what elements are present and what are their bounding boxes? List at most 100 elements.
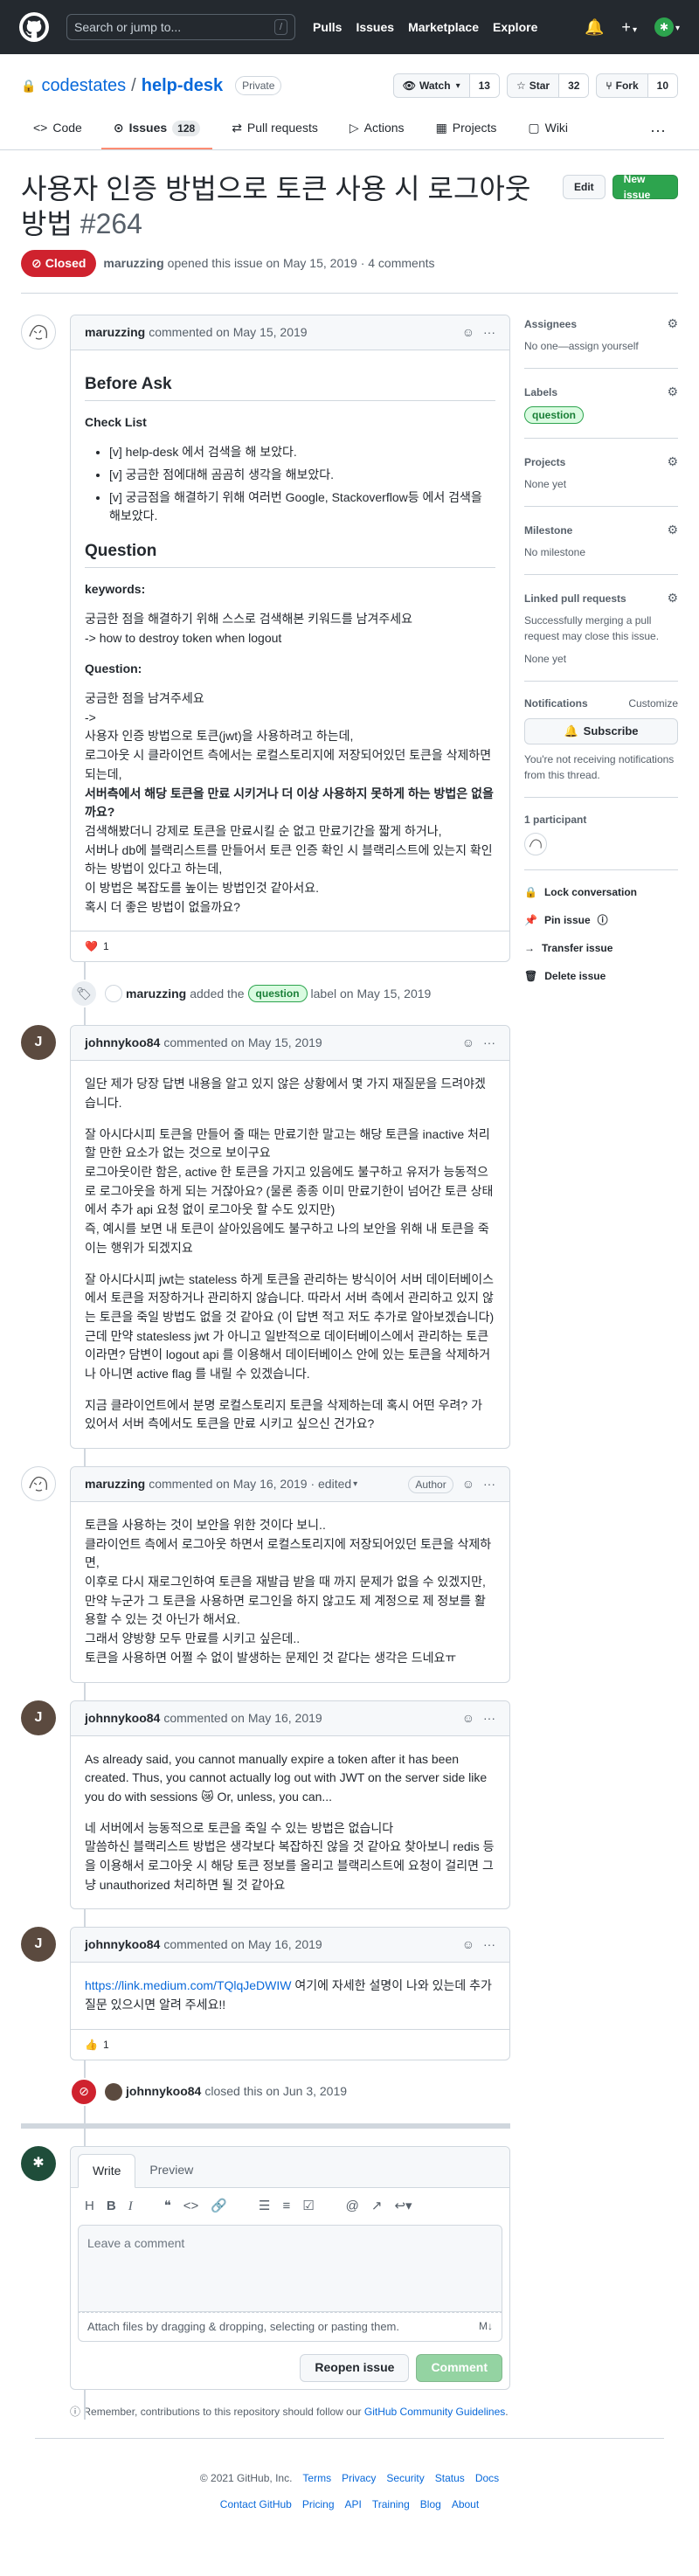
transfer-issue-link[interactable]: → Transfer issue	[524, 940, 678, 956]
mention-icon[interactable]: @	[346, 2197, 359, 2217]
comment-author-link[interactable]: johnnykoo84	[85, 1034, 160, 1052]
gear-icon[interactable]: ⚙	[667, 521, 678, 539]
kebab-horizontal-icon[interactable]: ···	[483, 1709, 495, 1728]
footer-link-privacy[interactable]: Privacy	[342, 2470, 376, 2486]
avatar[interactable]	[21, 315, 56, 350]
gear-icon[interactable]: ⚙	[667, 315, 678, 333]
smiley-icon[interactable]: ☺	[462, 1709, 474, 1728]
italic-icon[interactable]: I	[128, 2197, 133, 2217]
kebab-horizontal-icon[interactable]: ···	[638, 112, 678, 149]
medium-link[interactable]: https://link.medium.com/TQlqJeDWIW	[85, 1978, 292, 1992]
comment-meta[interactable]: commented on May 16, 2019 · edited	[149, 1475, 351, 1493]
assign-yourself-link[interactable]: No one—assign yourself	[524, 338, 678, 354]
footer-link-blog[interactable]: Blog	[420, 2496, 441, 2512]
kebab-horizontal-icon[interactable]: ···	[483, 323, 495, 342]
smiley-icon[interactable]: ☺	[462, 1034, 474, 1052]
tab-actions[interactable]: ▷ Actions	[337, 112, 417, 149]
watch-count[interactable]: 13	[469, 74, 499, 97]
tab-projects[interactable]: ▦ Projects	[424, 112, 509, 149]
repo-owner-link[interactable]: codestates	[41, 73, 126, 99]
tasklist-icon[interactable]: ☑	[302, 2197, 314, 2217]
nav-issues[interactable]: Issues	[356, 18, 394, 37]
unordered-list-icon[interactable]: ☰	[259, 2197, 270, 2217]
heading-icon[interactable]: H	[85, 2197, 94, 2217]
new-issue-button[interactable]: New issue	[612, 173, 678, 201]
subscribe-button[interactable]: 🔔 Subscribe	[524, 718, 678, 744]
smiley-icon[interactable]: ☺	[462, 1475, 474, 1493]
tab-code[interactable]: <> Code	[21, 112, 94, 149]
nav-marketplace[interactable]: Marketplace	[408, 18, 479, 37]
attach-files-area[interactable]: Attach files by dragging & dropping, sel…	[78, 2312, 502, 2342]
repo-name-link[interactable]: help-desk	[142, 73, 223, 99]
footer-link-terms[interactable]: Terms	[302, 2470, 331, 2486]
footer-link-contact[interactable]: Contact GitHub	[220, 2496, 292, 2512]
community-guidelines-link[interactable]: GitHub Community Guidelines	[364, 2406, 505, 2418]
cross-reference-icon[interactable]: ↗	[371, 2197, 383, 2217]
quote-icon[interactable]: ❝	[164, 2197, 171, 2217]
fork-count[interactable]: 10	[647, 74, 677, 97]
footer-link-status[interactable]: Status	[435, 2470, 465, 2486]
event-actor-link[interactable]: maruzzing	[126, 985, 186, 1003]
tab-wiki[interactable]: ▢ Wiki	[516, 112, 580, 149]
tab-preview[interactable]: Preview	[135, 2154, 207, 2187]
fork-button[interactable]: ⑂ Fork 10	[596, 73, 678, 98]
tab-issues[interactable]: ⊙ Issues 128	[100, 112, 213, 149]
tab-pull-requests[interactable]: ⇄ Pull requests	[219, 112, 330, 149]
kebab-horizontal-icon[interactable]: ···	[483, 1935, 495, 1954]
avatar[interactable]	[21, 1466, 56, 1501]
star-button[interactable]: ☆ Star 32	[506, 73, 590, 98]
avatar[interactable]	[524, 833, 547, 855]
avatar[interactable]: ✱	[21, 2145, 56, 2181]
star-count[interactable]: 32	[559, 74, 589, 97]
plus-icon[interactable]: + ▾	[621, 16, 637, 39]
nav-pulls[interactable]: Pulls	[313, 18, 342, 37]
nav-explore[interactable]: Explore	[493, 18, 537, 37]
user-menu[interactable]: ✱ ▾	[654, 17, 680, 37]
github-logo-icon[interactable]	[19, 12, 49, 42]
chevron-down-icon[interactable]: ▾	[353, 1478, 357, 1491]
link-icon[interactable]: 🔗	[211, 2197, 227, 2217]
footer-link-about[interactable]: About	[452, 2496, 479, 2512]
label-question[interactable]: question	[524, 406, 584, 424]
comment-button[interactable]: Comment	[416, 2353, 502, 2382]
tab-write[interactable]: Write	[78, 2153, 136, 2188]
avatar[interactable]	[105, 985, 122, 1003]
code-icon[interactable]: <>	[183, 2197, 199, 2217]
footer-link-training[interactable]: Training	[372, 2496, 410, 2512]
comment-author-link[interactable]: maruzzing	[85, 323, 145, 342]
reply-icon[interactable]: ↩▾	[394, 2197, 412, 2217]
footer-link-security[interactable]: Security	[386, 2470, 424, 2486]
reaction-heart-button[interactable]: ❤️ 1	[85, 938, 109, 954]
footer-link-docs[interactable]: Docs	[475, 2470, 499, 2486]
avatar[interactable]: J	[21, 1025, 56, 1061]
avatar[interactable]: J	[21, 1700, 56, 1735]
delete-issue-link[interactable]: 🗑 Delete issue	[524, 968, 678, 984]
markdown-icon[interactable]: M↓	[479, 2318, 493, 2336]
kebab-horizontal-icon[interactable]: ···	[483, 1475, 495, 1493]
bell-icon[interactable]: 🔔	[585, 16, 604, 39]
reaction-thumbsup-button[interactable]: 👍 1	[85, 2037, 109, 2053]
pin-issue-link[interactable]: 📌 Pin issue ⓘ	[524, 912, 678, 928]
gear-icon[interactable]: ⚙	[667, 589, 678, 607]
customize-link[interactable]: Customize	[628, 696, 678, 711]
search-input[interactable]: Search or jump to... /	[66, 14, 295, 40]
kebab-horizontal-icon[interactable]: ···	[483, 1034, 495, 1052]
footer-link-api[interactable]: API	[345, 2496, 362, 2512]
comment-author-link[interactable]: maruzzing	[85, 1475, 145, 1493]
footer-link-pricing[interactable]: Pricing	[302, 2496, 335, 2512]
reopen-issue-button[interactable]: Reopen issue	[300, 2353, 410, 2382]
gear-icon[interactable]: ⚙	[667, 453, 678, 471]
comment-textarea[interactable]: Leave a comment	[78, 2225, 502, 2313]
avatar[interactable]: J	[21, 1927, 56, 1963]
avatar[interactable]	[105, 2082, 122, 2101]
ordered-list-icon[interactable]: ≡	[282, 2197, 290, 2217]
comment-author-link[interactable]: johnnykoo84	[85, 1709, 160, 1728]
label-question[interactable]: question	[247, 985, 308, 1003]
gear-icon[interactable]: ⚙	[667, 383, 678, 401]
comment-author-link[interactable]: johnnykoo84	[85, 1935, 160, 1954]
edit-button[interactable]: Edit	[563, 175, 606, 199]
smiley-icon[interactable]: ☺	[462, 323, 474, 342]
event-actor-link[interactable]: johnnykoo84	[126, 2082, 201, 2101]
issue-author-link[interactable]: maruzzing	[103, 254, 163, 273]
smiley-icon[interactable]: ☺	[462, 1935, 474, 1954]
